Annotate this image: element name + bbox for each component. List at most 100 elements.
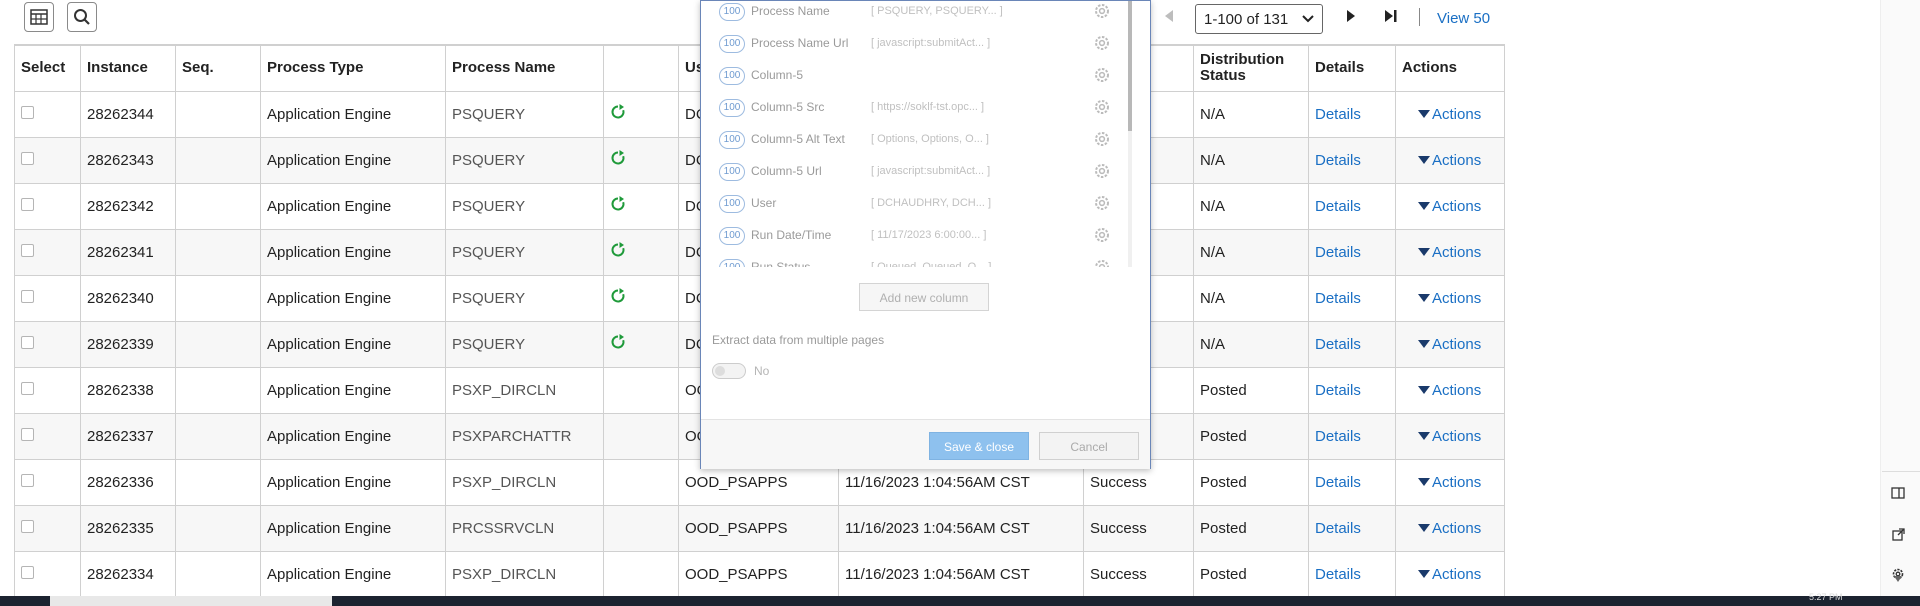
details-link[interactable]: Details: [1315, 152, 1361, 169]
row-checkbox[interactable]: [21, 519, 34, 533]
column-list-scrollbar[interactable]: [1128, 1, 1132, 267]
header-instance[interactable]: Instance: [80, 44, 176, 92]
process-name-link[interactable]: PSXP_DIRCLN: [452, 382, 556, 399]
select-cell[interactable]: [14, 550, 81, 598]
process-name-link[interactable]: PSQUERY: [452, 106, 525, 123]
row-checkbox[interactable]: [21, 197, 34, 211]
process-name-link[interactable]: PSXP_DIRCLN: [452, 474, 556, 491]
view-50-link[interactable]: View 50: [1437, 10, 1490, 27]
process-name-link[interactable]: PSQUERY: [452, 244, 525, 261]
panel-toggle-icon[interactable]: [1887, 482, 1909, 504]
details-link[interactable]: Details: [1315, 244, 1361, 261]
row-checkbox[interactable]: [21, 243, 34, 257]
details-link[interactable]: Details: [1315, 474, 1361, 491]
process-name-link[interactable]: PSQUERY: [452, 336, 525, 353]
select-cell[interactable]: [14, 320, 81, 368]
header-distribution-status[interactable]: Distribution Status: [1193, 44, 1309, 92]
process-name-link[interactable]: PSQUERY: [452, 290, 525, 307]
refresh-icon[interactable]: [610, 334, 626, 354]
select-cell[interactable]: [14, 136, 81, 184]
table-row[interactable]: 28262335 Application Engine PRCSSRVCLN OOD_…: [14, 504, 1505, 552]
row-checkbox[interactable]: [21, 151, 34, 165]
header-select[interactable]: Select: [14, 44, 81, 92]
row-checkbox[interactable]: [21, 381, 34, 395]
column-settings-gear-icon[interactable]: [1093, 162, 1111, 180]
select-cell[interactable]: [14, 366, 81, 414]
refresh-icon[interactable]: [610, 288, 626, 308]
actions-menu-button[interactable]: Actions: [1402, 290, 1481, 307]
refresh-icon[interactable]: [610, 242, 626, 262]
column-config-row[interactable]: 100 Column-5 Alt Text [ Options, Options…: [711, 131, 1133, 163]
column-settings-gear-icon[interactable]: [1093, 194, 1111, 212]
row-checkbox[interactable]: [21, 565, 34, 579]
header-seq[interactable]: Seq.: [175, 44, 261, 92]
search-button[interactable]: [67, 2, 97, 32]
actions-menu-button[interactable]: Actions: [1402, 566, 1481, 583]
header-process-name[interactable]: Process Name: [445, 44, 604, 92]
actions-menu-button[interactable]: Actions: [1402, 198, 1481, 215]
select-cell[interactable]: [14, 458, 81, 506]
column-config-row[interactable]: 100 Column-5: [711, 67, 1133, 99]
details-link[interactable]: Details: [1315, 382, 1361, 399]
actions-menu-button[interactable]: Actions: [1402, 428, 1481, 445]
refresh-icon[interactable]: [610, 196, 626, 216]
row-checkbox[interactable]: [21, 473, 34, 487]
table-row[interactable]: 28262334 Application Engine PSXP_DIRCLN OOD…: [14, 550, 1505, 598]
process-name-link[interactable]: PSQUERY: [452, 152, 525, 169]
select-cell[interactable]: [14, 228, 81, 276]
scroll-down-icon[interactable]: [1893, 575, 1903, 583]
column-settings-gear-icon[interactable]: [1093, 66, 1111, 84]
taskbar-app-preview[interactable]: [50, 596, 332, 606]
column-config-row[interactable]: 100 Column-5 Url [ javascript:submitAct.…: [711, 163, 1133, 195]
column-config-row[interactable]: 100 Run Status [ Queued, Queued, Q... ]: [711, 259, 1133, 267]
actions-menu-button[interactable]: Actions: [1402, 336, 1481, 353]
column-settings-gear-icon[interactable]: [1093, 2, 1111, 20]
row-checkbox[interactable]: [21, 289, 34, 303]
next-page-icon[interactable]: [1345, 9, 1357, 23]
column-settings-gear-icon[interactable]: [1093, 226, 1111, 244]
row-checkbox[interactable]: [21, 105, 34, 119]
grid-view-button[interactable]: [24, 2, 54, 32]
actions-menu-button[interactable]: Actions: [1402, 520, 1481, 537]
actions-menu-button[interactable]: Actions: [1402, 244, 1481, 261]
column-settings-gear-icon[interactable]: [1093, 258, 1111, 267]
actions-menu-button[interactable]: Actions: [1402, 474, 1481, 491]
select-cell[interactable]: [14, 412, 81, 460]
column-config-row[interactable]: 100 User [ DCHAUDHRY, DCH... ]: [711, 195, 1133, 227]
details-link[interactable]: Details: [1315, 428, 1361, 445]
actions-menu-button[interactable]: Actions: [1402, 382, 1481, 399]
extract-multiple-pages-toggle[interactable]: [712, 363, 746, 379]
save-close-button[interactable]: Save & close: [929, 432, 1029, 460]
process-name-link[interactable]: PSQUERY: [452, 198, 525, 215]
previous-page-icon[interactable]: [1163, 9, 1175, 23]
row-checkbox[interactable]: [21, 427, 34, 441]
row-checkbox[interactable]: [21, 335, 34, 349]
process-name-link[interactable]: PSXP_DIRCLN: [452, 566, 556, 583]
column-config-row[interactable]: 100 Column-5 Src [ https://soklf-tst.opc…: [711, 99, 1133, 131]
column-settings-gear-icon[interactable]: [1093, 130, 1111, 148]
page-range-select[interactable]: 1-100 of 131: [1195, 4, 1323, 34]
details-link[interactable]: Details: [1315, 290, 1361, 307]
add-new-column-button[interactable]: Add new column: [859, 283, 989, 311]
select-cell[interactable]: [14, 182, 81, 230]
open-external-icon[interactable]: [1887, 523, 1909, 545]
actions-menu-button[interactable]: Actions: [1402, 106, 1481, 123]
details-link[interactable]: Details: [1315, 520, 1361, 537]
column-config-row[interactable]: 100 Run Date/Time [ 11/17/2023 6:00:00..…: [711, 227, 1133, 259]
actions-menu-button[interactable]: Actions: [1402, 152, 1481, 169]
process-name-link[interactable]: PRCSSRVCLN: [452, 520, 554, 537]
column-config-row[interactable]: 100 Process Name Url [ javascript:submit…: [711, 35, 1133, 67]
column-settings-gear-icon[interactable]: [1093, 34, 1111, 52]
header-process-type[interactable]: Process Type: [260, 44, 446, 92]
column-config-row[interactable]: 100 Process Name [ PSQUERY, PSQUERY... ]: [711, 3, 1133, 35]
select-cell[interactable]: [14, 274, 81, 322]
select-cell[interactable]: [14, 504, 81, 552]
scrollbar-thumb[interactable]: [1128, 1, 1132, 131]
column-settings-gear-icon[interactable]: [1093, 98, 1111, 116]
select-cell[interactable]: [14, 90, 81, 138]
process-name-link[interactable]: PSXPARCHATTR: [452, 428, 571, 445]
details-link[interactable]: Details: [1315, 106, 1361, 123]
cancel-button[interactable]: Cancel: [1039, 432, 1139, 460]
details-link[interactable]: Details: [1315, 336, 1361, 353]
refresh-icon[interactable]: [610, 150, 626, 170]
